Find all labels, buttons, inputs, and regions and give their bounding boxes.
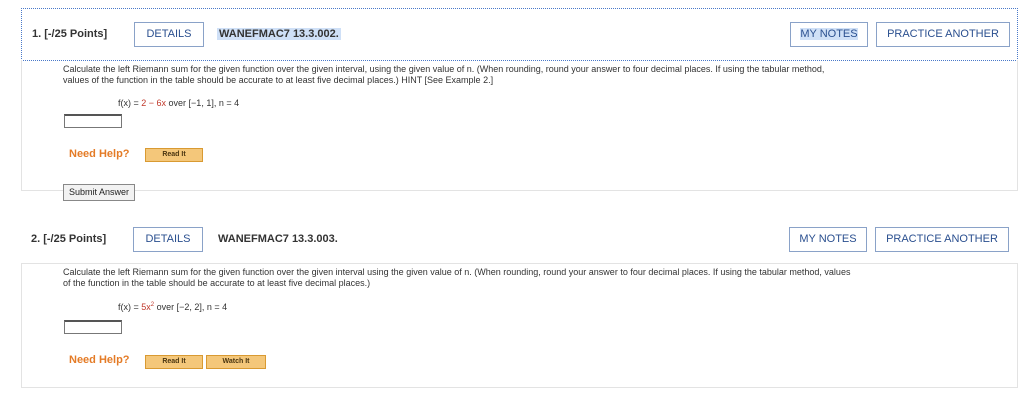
question-body: Calculate the left Riemann sum for the g…: [21, 264, 1018, 388]
my-notes-button[interactable]: MY NOTES: [790, 22, 868, 47]
watch-it-button[interactable]: Watch It: [206, 355, 266, 369]
answer-input[interactable]: [64, 320, 122, 334]
need-help-label: Need Help?: [69, 354, 130, 366]
details-button[interactable]: DETAILS: [134, 22, 204, 47]
answer-input[interactable]: [64, 114, 122, 128]
fx-value: 2 − 6x: [141, 98, 167, 108]
read-it-button[interactable]: Read It: [145, 355, 203, 369]
question-text-line-1: Calculate the left Riemann sum for the g…: [63, 267, 851, 277]
question-2: 2. [-/25 Points] DETAILS WANEFMAC7 13.3.…: [21, 214, 1018, 388]
question-text-line-2: of the function in the table should be a…: [63, 278, 371, 288]
my-notes-button[interactable]: MY NOTES: [789, 227, 867, 252]
question-code: WANEFMAC7 13.3.003.: [218, 233, 338, 245]
question-number: 1. [-/25 Points]: [32, 28, 108, 40]
question-header: 2. [-/25 Points] DETAILS WANEFMAC7 13.3.…: [21, 214, 1018, 264]
fx-prefix: f(x) =: [118, 98, 142, 108]
function-expression: f(x) = 5x2 over [−2, 2], n = 4: [118, 302, 227, 312]
details-button[interactable]: DETAILS: [133, 227, 203, 252]
fx-prefix: f(x) =: [118, 302, 142, 312]
read-it-button[interactable]: Read It: [145, 148, 203, 162]
question-code: WANEFMAC7 13.3.002.: [217, 28, 341, 40]
function-expression: f(x) = 2 − 6x over [−1, 1], n = 4: [118, 98, 239, 108]
fx-value: 5x: [141, 302, 151, 312]
practice-another-button[interactable]: PRACTICE ANOTHER: [875, 227, 1009, 252]
fx-interval: over [−1, 1], n = 4: [166, 98, 240, 108]
need-help-label: Need Help?: [69, 148, 130, 160]
question-1: 1. [-/25 Points] DETAILS WANEFMAC7 13.3.…: [21, 8, 1018, 201]
question-header: 1. [-/25 Points] DETAILS WANEFMAC7 13.3.…: [21, 8, 1018, 61]
question-text-line-1: Calculate the left Riemann sum for the g…: [63, 64, 825, 74]
question-body: Calculate the left Riemann sum for the g…: [21, 60, 1018, 201]
question-number: 2. [-/25 Points]: [31, 233, 107, 245]
fx-interval: over [−2, 2], n = 4: [154, 302, 228, 312]
my-notes-label: MY NOTES: [800, 28, 858, 40]
practice-another-button[interactable]: PRACTICE ANOTHER: [876, 22, 1010, 47]
submit-answer-button[interactable]: Submit Answer: [63, 184, 135, 201]
question-text-line-2: values of the function in the table shou…: [63, 75, 494, 85]
